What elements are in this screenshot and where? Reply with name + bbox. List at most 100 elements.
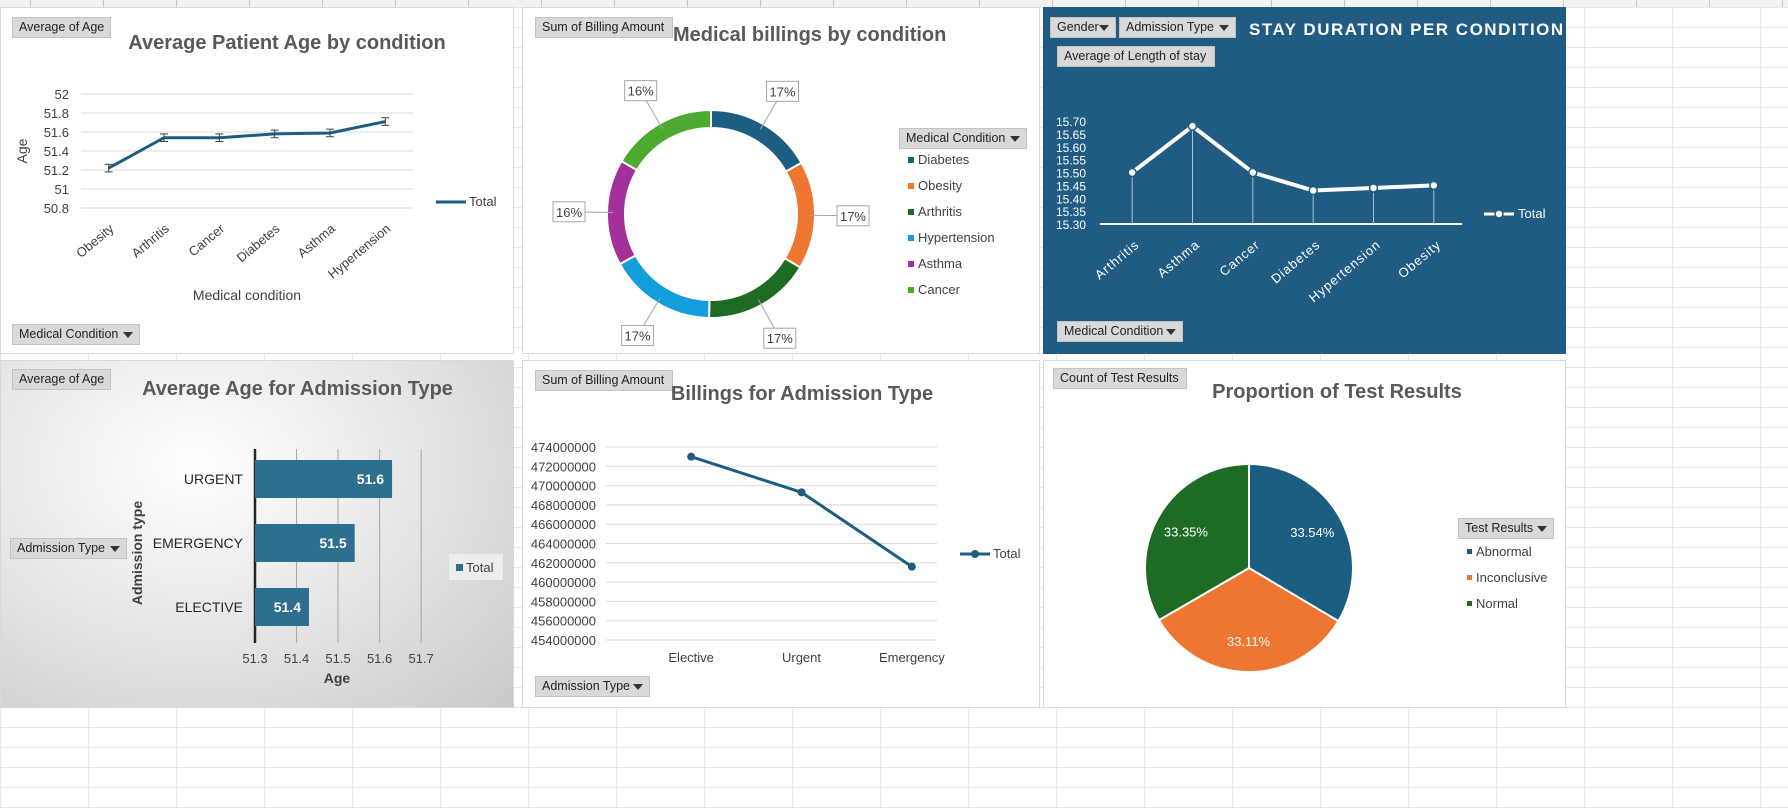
legend-swatch (908, 209, 914, 215)
y-tick-label: 15.40 (1056, 192, 1086, 206)
chart-billings-by-admission[interactable]: Sum of Billing Amount Billings for Admis… (522, 360, 1040, 708)
chevron-down-icon (633, 684, 643, 690)
legend-swatch (1467, 601, 1472, 606)
axis-field-label: Medical Condition (1064, 324, 1164, 338)
x-tick-label: Obesity (1395, 237, 1444, 281)
column-separator (687, 0, 688, 7)
legend-field-button[interactable]: Medical Condition (899, 128, 1027, 149)
chart-test-results[interactable]: Count of Test Results Proportion of Test… (1043, 360, 1566, 708)
legend-label: Total (466, 560, 494, 575)
y-tick-label: 466000000 (531, 517, 596, 532)
legend-field-label: Test Results (1465, 521, 1534, 535)
legend-swatch (908, 235, 914, 241)
column-separator (103, 0, 104, 7)
legend-label: Diabetes (918, 152, 970, 167)
chart-age-by-condition[interactable]: Average of Age Average Patient Age by co… (0, 7, 514, 354)
y-tick-label: 15.60 (1056, 141, 1086, 155)
y-tick-label: 15.70 (1056, 115, 1086, 129)
column-separator (468, 0, 469, 7)
x-tick-label: 51.6 (367, 651, 392, 666)
data-label: 17% (625, 329, 651, 344)
data-point (797, 488, 806, 497)
x-tick-label: Asthma (295, 220, 339, 260)
axis-field-label: Admission Type (542, 679, 631, 693)
y-tick-label: 462000000 (531, 556, 596, 571)
column-separator (614, 0, 615, 7)
x-tick-label: Asthma (1154, 237, 1202, 281)
y-tick-label: 51 (55, 182, 69, 197)
donut-slice (708, 256, 802, 319)
y-axis-title: Age (14, 138, 30, 163)
data-point (1127, 167, 1137, 178)
x-tick-label: Obesity (73, 220, 117, 260)
data-point (907, 562, 916, 571)
data-label: 33.54% (1290, 525, 1335, 540)
data-point (1308, 185, 1318, 196)
x-axis-title: Medical condition (193, 287, 301, 303)
column-separator (1782, 0, 1783, 7)
data-label: 17% (767, 331, 793, 346)
y-tick-label: 15.50 (1056, 167, 1086, 181)
y-tick-label: 474000000 (531, 440, 596, 455)
data-point (1429, 180, 1439, 191)
column-separator (1198, 0, 1199, 7)
axis-field-button[interactable]: Medical Condition (12, 324, 140, 345)
series-line (690, 455, 913, 568)
x-tick-label: 51.3 (242, 651, 267, 666)
column-separator (906, 0, 907, 7)
x-tick-label: Diabetes (1268, 237, 1323, 287)
x-tick-label: Urgent (782, 650, 821, 665)
y-tick-label: ELECTIVE (175, 599, 243, 615)
y-tick-label: 15.30 (1056, 218, 1086, 232)
x-tick-label: Arthritis (129, 220, 173, 260)
legend-swatch (908, 287, 914, 293)
bar-value-label: 51.6 (357, 471, 384, 487)
data-point (1368, 183, 1379, 193)
donut-slice (620, 108, 712, 172)
axis-field-button[interactable]: Medical Condition (1057, 321, 1183, 342)
y-tick-label: 460000000 (531, 575, 596, 590)
donut-slice (618, 254, 711, 320)
column-separator (1052, 0, 1053, 7)
chart-age-by-admission[interactable]: Average of Age Average Age for Admission… (0, 360, 514, 708)
data-label: 17% (769, 84, 795, 99)
chevron-down-icon (1166, 329, 1176, 335)
legend-label: Total (1518, 206, 1546, 221)
series-line (1130, 123, 1434, 193)
legend-label: Total (469, 194, 497, 209)
legend-label: Cancer (918, 282, 961, 297)
column-separator (833, 0, 834, 7)
y-tick-label: 458000000 (531, 594, 596, 609)
chevron-down-icon (1010, 136, 1020, 142)
x-tick-label: Elective (668, 650, 714, 665)
legend-swatch (908, 183, 914, 189)
y-tick-label: 51.2 (44, 163, 69, 178)
column-separator (1344, 0, 1345, 7)
y-tick-label: 456000000 (531, 614, 596, 629)
x-tick-label: Arthritis (1092, 237, 1142, 283)
legend-label: Abnormal (1476, 544, 1532, 559)
data-label: 16% (628, 84, 654, 99)
x-axis-title: Age (324, 670, 351, 686)
axis-field-button[interactable]: Admission Type (10, 538, 127, 559)
chart-billings-by-condition[interactable]: Sum of Billing Amount Medical billings b… (522, 7, 1040, 354)
data-label: 33.35% (1164, 525, 1209, 540)
y-tick-label: URGENT (184, 471, 244, 487)
legend-swatch (456, 564, 463, 571)
column-separator (1563, 0, 1564, 7)
column-separator (322, 0, 323, 7)
column-separator (1417, 0, 1418, 7)
axis-field-button[interactable]: Admission Type (535, 676, 650, 697)
y-tick-label: 464000000 (531, 537, 596, 552)
x-tick-label: Cancer (1216, 237, 1262, 279)
series-line (107, 120, 386, 170)
legend-label: Normal (1476, 596, 1518, 611)
data-label: 16% (556, 205, 582, 220)
bar-value-label: 51.5 (319, 535, 346, 551)
legend-label: Hypertension (918, 230, 995, 245)
legend-label: Arthritis (918, 204, 963, 219)
y-tick-label: 51.8 (44, 106, 69, 121)
chart-stay-duration[interactable]: Gender Admission Type STAY DURATION PER … (1043, 7, 1566, 354)
legend-field-button[interactable]: Test Results (1458, 518, 1554, 539)
column-separator (760, 0, 761, 7)
